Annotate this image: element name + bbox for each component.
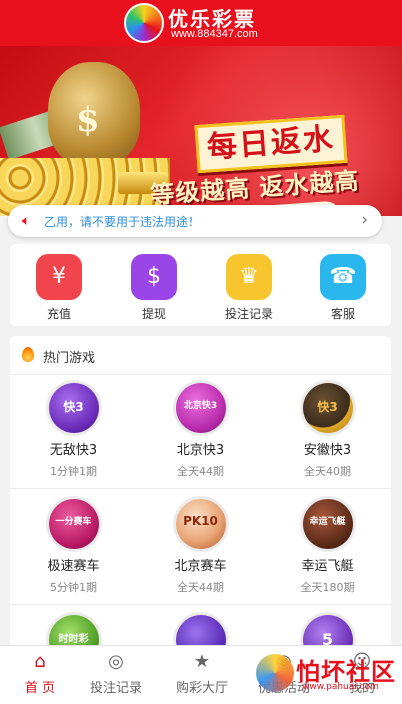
game-name: 北京快3 <box>176 443 225 458</box>
game-name: 安徽快3 <box>303 443 352 458</box>
quick-label: 提现 <box>141 307 166 321</box>
chevron-right-icon[interactable]: › <box>361 210 368 230</box>
quick-withdraw[interactable]: $ 提现 <box>119 254 189 322</box>
hot-games-title: 热门游戏 <box>43 351 96 366</box>
trophy-icon: ♛ <box>226 254 272 300</box>
game-tile[interactable]: 幸运飞艇 幸运飞艇 全天180期 <box>264 491 391 607</box>
game-tile[interactable]: 快3 无敌快3 1分钟1期 <box>10 375 137 491</box>
flame-icon <box>22 347 34 362</box>
quick-customer-service[interactable]: ☎ 客服 <box>308 254 378 322</box>
row-divider <box>10 488 391 489</box>
game-tile[interactable]: PK10 北京赛车 全天44期 <box>137 491 264 607</box>
lottery-hall-icon: ★ <box>193 651 211 672</box>
bet-record-icon: ◎ <box>108 651 124 672</box>
game-frequency: 全天180期 <box>300 581 355 594</box>
withdraw-bag-icon: $ <box>131 254 177 300</box>
quick-bet-records[interactable]: ♛ 投注记录 <box>214 254 284 322</box>
speaker-icon: 🔈︎ <box>22 213 31 229</box>
hot-games-header: 热门游戏 <box>10 336 391 375</box>
game-logo-icon: 北京快3 <box>175 383 226 433</box>
quick-label: 投注记录 <box>224 307 273 321</box>
quick-label: 客服 <box>330 307 355 321</box>
row-divider <box>10 604 391 605</box>
notice-bar[interactable]: 🔈︎ 乙用，请不要用于违法用途！ › <box>8 205 382 237</box>
game-logo-icon: 一分赛车 <box>48 499 99 549</box>
hot-games-panel: 热门游戏 快3 无敌快3 1分钟1期 北京快3 北京快3 全天44期 快3 安徽… <box>10 336 391 661</box>
quick-actions: ¥ 充值 $ 提现 ♛ 投注记录 ☎ 客服 <box>10 244 391 326</box>
game-tile[interactable]: 北京快3 北京快3 全天44期 <box>137 375 264 491</box>
recharge-bag-icon: ¥ <box>36 254 82 300</box>
top-header: 优乐彩票 www.884347.com <box>0 0 402 46</box>
game-frequency: 5分钟1期 <box>50 581 97 594</box>
game-name: 无敌快3 <box>49 443 98 458</box>
game-tile[interactable]: 一分赛车 极速赛车 5分钟1期 <box>10 491 137 607</box>
tab-home[interactable]: ⌂ 首 页 <box>0 650 80 696</box>
game-name: 幸运飞艇 <box>301 559 354 574</box>
watermark: 怕坏社区 www.pahuai.com <box>256 652 396 698</box>
quick-recharge[interactable]: ¥ 充值 <box>24 254 94 322</box>
game-logo-icon: 快3 <box>48 383 99 433</box>
dollar-icon: $ <box>76 100 100 140</box>
quick-label: 充值 <box>46 307 71 321</box>
tab-label: 首 页 <box>24 681 56 696</box>
watermark-url: www.pahuai.com <box>302 682 379 692</box>
game-frequency: 1分钟1期 <box>50 465 97 478</box>
promo-banner[interactable]: $ 每日返水 等级越高 返水越高 每天最高返9%。 <box>0 46 402 216</box>
game-frequency: 全天40期 <box>304 465 351 478</box>
home-icon: ⌂ <box>34 651 46 672</box>
game-tile[interactable]: 快3 安徽快3 全天40期 <box>264 375 391 491</box>
tab-lottery-hall[interactable]: ★ 购彩大厅 <box>162 650 242 696</box>
game-logo-icon: PK10 <box>175 499 226 549</box>
game-frequency: 全天44期 <box>177 581 224 594</box>
game-logo-icon: 快3 <box>302 383 353 433</box>
game-frequency: 全天44期 <box>177 465 224 478</box>
tab-bet-records[interactable]: ◎ 投注记录 <box>76 650 156 696</box>
game-name: 极速赛车 <box>47 559 100 574</box>
tab-label: 购彩大厅 <box>175 681 228 696</box>
tab-label: 投注记录 <box>89 681 142 696</box>
headset-icon: ☎ <box>320 254 366 300</box>
game-logo-icon: 幸运飞艇 <box>302 499 353 549</box>
notice-text: 乙用，请不要用于违法用途！ <box>44 215 201 229</box>
game-name: 北京赛车 <box>174 559 227 574</box>
site-url: www.884347.com <box>171 28 258 40</box>
watermark-logo-icon <box>256 654 294 692</box>
brand-logo <box>124 3 164 43</box>
